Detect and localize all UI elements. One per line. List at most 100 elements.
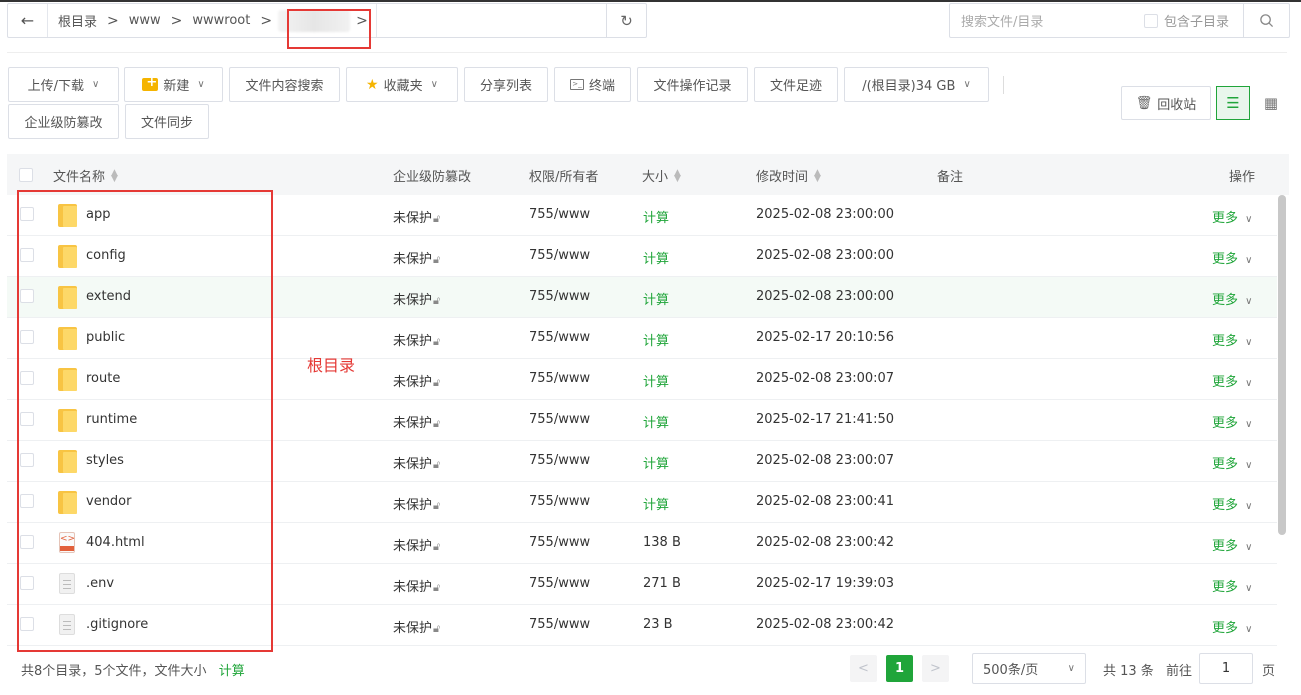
chevron-down-icon: ∨ — [1245, 624, 1253, 635]
permission[interactable]: 755/www — [529, 412, 590, 427]
file-footprint-label: 文件足迹 — [769, 79, 822, 94]
breadcrumb-root[interactable]: 根目录 — [54, 11, 101, 30]
page-size-label: 500条/页 — [983, 663, 1039, 678]
tamper-status[interactable]: 未保护🔓︎ — [393, 617, 440, 636]
page-size-select[interactable]: 500条/页 ∨ — [972, 653, 1086, 684]
table-header: 文件名称 ▲ ▼ 企业级防篡改 权限/所有者 大小 ▲ ▼ 修改时间 ▲ ▼ 备注 操作 — [7, 154, 1289, 195]
tamper-status[interactable]: 未保护🔓︎ — [393, 248, 440, 267]
tamper-status[interactable]: 未保护🔓︎ — [393, 207, 440, 226]
new-button[interactable]: 新建 ∨ — [124, 67, 223, 102]
more-menu[interactable]: 更多 ∨ — [1212, 453, 1252, 472]
search-button[interactable] — [1243, 4, 1289, 37]
file-size[interactable]: 计算 — [643, 453, 669, 472]
breadcrumb-www[interactable]: www — [125, 13, 165, 28]
permission[interactable]: 755/www — [529, 371, 590, 386]
more-menu[interactable]: 更多 ∨ — [1212, 535, 1252, 554]
trash-icon: 🗑 — [1135, 95, 1153, 111]
tamper-status[interactable]: 未保护🔓︎ — [393, 535, 440, 554]
page-1-button[interactable]: 1 — [886, 655, 913, 682]
refresh-button[interactable]: ↻ — [606, 4, 646, 37]
file-footprint-button[interactable]: 文件足迹 — [754, 67, 838, 102]
tamper-status[interactable]: 未保护🔓︎ — [393, 412, 440, 431]
tamper-status-label: 未保护 — [393, 375, 433, 390]
more-menu[interactable]: 更多 ∨ — [1212, 412, 1252, 431]
tamper-status-label: 未保护 — [393, 539, 433, 554]
permission[interactable]: 755/www — [529, 535, 590, 550]
file-size[interactable]: 计算 — [643, 330, 669, 349]
more-menu[interactable]: 更多 ∨ — [1212, 617, 1252, 636]
breadcrumb-wwwroot[interactable]: wwwroot — [188, 13, 254, 28]
more-menu[interactable]: 更多 ∨ — [1212, 330, 1252, 349]
tamper-protect-button[interactable]: 企业级防篡改 — [8, 104, 119, 139]
share-list-button[interactable]: 分享列表 — [464, 67, 548, 102]
recycle-bin-button[interactable]: 🗑 回收站 — [1121, 86, 1211, 120]
more-menu[interactable]: 更多 ∨ — [1212, 494, 1252, 513]
next-page-button[interactable]: > — [922, 655, 949, 682]
file-sync-button[interactable]: 文件同步 — [125, 104, 209, 139]
tamper-status[interactable]: 未保护🔓︎ — [393, 371, 440, 390]
header-ops-label: 操作 — [1229, 170, 1256, 185]
permission[interactable]: 755/www — [529, 207, 590, 222]
permission[interactable]: 755/www — [529, 330, 590, 345]
file-size[interactable]: 计算 — [643, 289, 669, 308]
permission[interactable]: 755/www — [529, 617, 590, 632]
terminal-button[interactable]: >_ 终端 — [554, 67, 631, 102]
back-button[interactable]: ← — [8, 4, 48, 37]
permission[interactable]: 755/www — [529, 453, 590, 468]
header-mtime[interactable]: 修改时间 ▲ ▼ — [756, 166, 821, 185]
more-menu[interactable]: 更多 ∨ — [1212, 289, 1252, 308]
file-size: 138 B — [643, 535, 681, 550]
search-icon — [1260, 14, 1274, 28]
file-size[interactable]: 计算 — [643, 207, 669, 226]
upload-download-button[interactable]: 上传/下载 ∨ — [8, 67, 119, 102]
permission[interactable]: 755/www — [529, 289, 590, 304]
file-size[interactable]: 计算 — [643, 248, 669, 267]
modified-time: 2025-02-08 23:00:41 — [756, 494, 895, 509]
tamper-status[interactable]: 未保护🔓︎ — [393, 576, 440, 595]
grid-view-button[interactable]: ▦ — [1256, 86, 1286, 120]
scrollbar[interactable] — [1278, 195, 1286, 535]
more-menu[interactable]: 更多 ∨ — [1212, 371, 1252, 390]
more-menu[interactable]: 更多 ∨ — [1212, 576, 1252, 595]
file-ops-log-button[interactable]: 文件操作记录 — [637, 67, 748, 102]
permission[interactable]: 755/www — [529, 494, 590, 509]
unlock-icon: 🔓︎ — [433, 417, 441, 430]
path-input[interactable] — [375, 4, 596, 37]
more-label: 更多 — [1212, 416, 1239, 431]
sort-icon: ▲ ▼ — [814, 167, 821, 184]
include-subdir-label: 包含子目录 — [1163, 15, 1229, 30]
goto-page-input[interactable]: 1 — [1199, 653, 1253, 684]
content-search-button[interactable]: 文件内容搜索 — [229, 67, 340, 102]
footer-calc-link[interactable]: 计算 — [219, 664, 245, 679]
new-label: 新建 — [163, 79, 190, 94]
permission[interactable]: 755/www — [529, 576, 590, 591]
select-all-checkbox[interactable] — [19, 167, 33, 182]
more-menu[interactable]: 更多 ∨ — [1212, 248, 1252, 267]
more-menu[interactable]: 更多 ∨ — [1212, 207, 1252, 226]
chevron-right-icon: > — [170, 12, 183, 29]
terminal-label: 终端 — [588, 79, 615, 94]
permission[interactable]: 755/www — [529, 248, 590, 263]
tamper-status[interactable]: 未保护🔓︎ — [393, 453, 440, 472]
file-size[interactable]: 计算 — [643, 371, 669, 390]
header-size[interactable]: 大小 ▲ ▼ — [642, 166, 681, 185]
tamper-status[interactable]: 未保护🔓︎ — [393, 494, 440, 513]
current-page-label: 1 — [894, 661, 905, 676]
include-subdir-checkbox[interactable]: 包含子目录 — [1143, 11, 1243, 30]
file-size[interactable]: 计算 — [643, 412, 669, 431]
file-size[interactable]: 计算 — [643, 494, 669, 513]
search-input[interactable]: 搜索文件/目录 — [950, 11, 1144, 30]
unlock-icon: 🔓︎ — [433, 622, 441, 635]
header-ops: 操作 — [1229, 166, 1255, 185]
prev-page-button[interactable]: < — [850, 655, 877, 682]
header-size-label: 大小 — [642, 170, 669, 185]
tamper-status[interactable]: 未保护🔓︎ — [393, 330, 440, 349]
tamper-status[interactable]: 未保护🔓︎ — [393, 289, 440, 308]
modified-time: 2025-02-17 19:39:03 — [756, 576, 895, 591]
list-view-button[interactable]: ☰ — [1216, 86, 1250, 120]
header-name[interactable]: 文件名称 ▲ ▼ — [53, 166, 118, 185]
annotation-box-path — [287, 9, 371, 49]
tamper-status-label: 未保护 — [393, 334, 433, 349]
disk-selector[interactable]: /(根目录)34 GB ∨ — [844, 67, 989, 102]
favorites-button[interactable]: ★ 收藏夹 ∨ — [346, 67, 458, 102]
